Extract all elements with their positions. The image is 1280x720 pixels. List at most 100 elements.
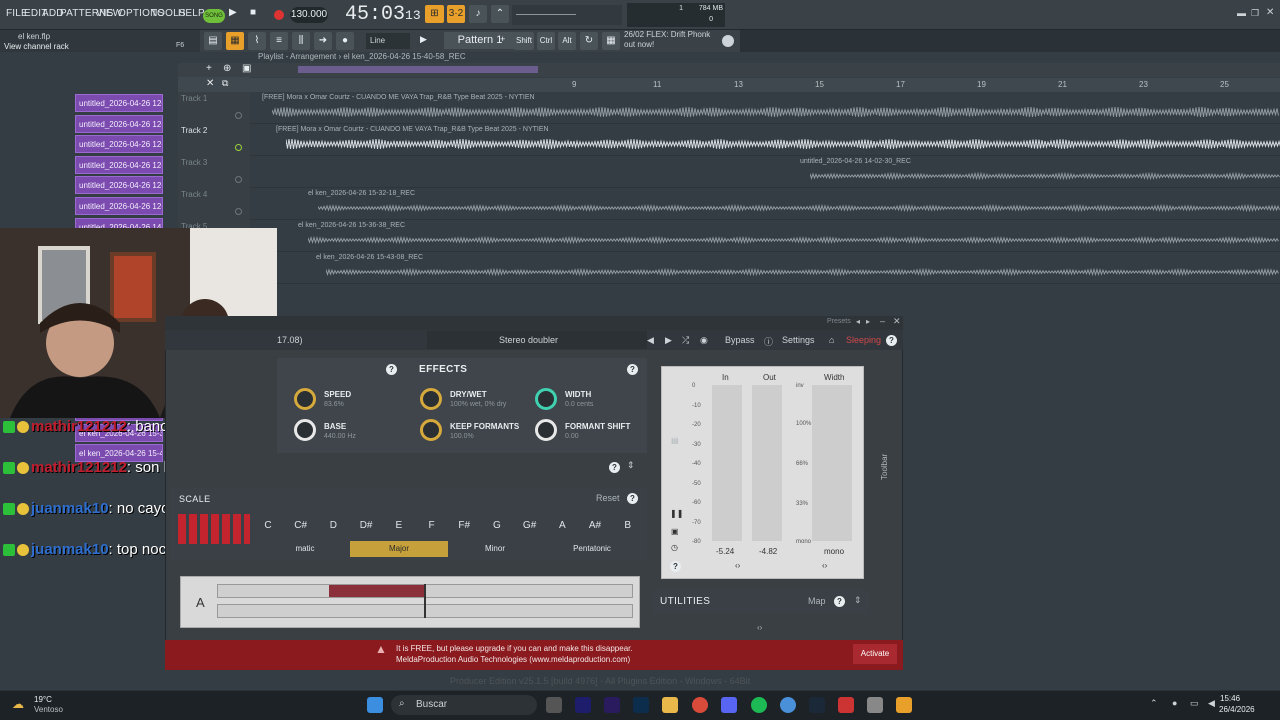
- scale-type-option[interactable]: Pentatonic: [543, 541, 641, 557]
- activate-button[interactable]: Activate: [853, 644, 897, 664]
- refresh-icon[interactable]: ↻: [580, 32, 598, 50]
- scale-note[interactable]: D#: [350, 517, 382, 535]
- scale-note[interactable]: G#: [514, 517, 546, 535]
- plugin-minimize-icon[interactable]: ‒: [880, 316, 885, 326]
- ab-icon[interactable]: ◉: [700, 335, 708, 346]
- scale-note[interactable]: A#: [579, 517, 611, 535]
- track-mute-icon[interactable]: [235, 112, 242, 119]
- meter-collapse-icon[interactable]: ‹›: [735, 561, 740, 570]
- clip-title[interactable]: el ken_2026-04-26 15-32-18_REC: [308, 190, 415, 197]
- plugin-titlebar[interactable]: Presets ◂ ▸ ‒ ✕: [165, 316, 903, 330]
- online-icon[interactable]: ▦: [602, 32, 620, 50]
- preset-prev-icon[interactable]: ◂: [856, 317, 860, 326]
- clip-waveform[interactable]: [285, 138, 1280, 150]
- track-lane[interactable]: untitled_2026-04-26 14-02-30_REC: [250, 156, 1280, 188]
- menu-help[interactable]: HELP: [178, 8, 205, 19]
- news-panel[interactable]: 26/02 FLEX: Drift Phonk out now!: [624, 30, 724, 52]
- song-mode-toggle[interactable]: SONG: [203, 9, 225, 23]
- browser-file-item[interactable]: untitled_2026-04-26 12-...: [75, 155, 163, 174]
- record-button[interactable]: [271, 7, 287, 23]
- pause-icon[interactable]: ❚❚: [670, 509, 683, 518]
- drywet-knob[interactable]: [420, 388, 442, 410]
- volume-icon[interactable]: ◀: [1208, 698, 1215, 709]
- premiere-icon[interactable]: [604, 697, 620, 713]
- app-icon-red[interactable]: [838, 697, 854, 713]
- scale-type-option[interactable]: Major: [350, 541, 448, 557]
- section-expand-icon[interactable]: ⇕: [627, 460, 635, 471]
- scale-type-option[interactable]: Minor: [447, 541, 543, 557]
- start-icon[interactable]: [367, 697, 383, 713]
- clip-title[interactable]: el ken_2026-04-26 15-36-38_REC: [298, 222, 405, 229]
- mixer-icon[interactable]: ⫼: [292, 32, 310, 50]
- clock-date[interactable]: 26/4/2026: [1219, 705, 1255, 714]
- settings-app-icon[interactable]: [867, 697, 883, 713]
- track-lane[interactable]: el ken_2026-04-26 15-43-08_REC: [250, 252, 1280, 284]
- photoshop-icon[interactable]: [633, 697, 649, 713]
- browser-file-item[interactable]: untitled_2026-04-26 12-...: [75, 176, 163, 195]
- zoom-icon[interactable]: ⊕: [223, 63, 231, 74]
- scale-note[interactable]: F#: [448, 517, 480, 535]
- effects-help-icon[interactable]: ?: [627, 364, 638, 375]
- clip-title[interactable]: [FREE] Mora x Omar Courtz - CUANDO ME VA…: [262, 94, 535, 101]
- clip-title[interactable]: [FREE] Mora x Omar Courtz - CUANDO ME VA…: [276, 126, 549, 133]
- settings-button[interactable]: Settings: [782, 335, 815, 345]
- minimize-icon[interactable]: ▬: [1237, 8, 1246, 18]
- browser-icon-2[interactable]: [780, 697, 796, 713]
- track-lane[interactable]: [FREE] Mora x Omar Courtz - CUANDO ME VA…: [250, 124, 1280, 156]
- channel-rack-icon[interactable]: ▦: [226, 32, 244, 50]
- scale-help-icon[interactable]: ?: [627, 493, 638, 504]
- add-track-icon[interactable]: +: [206, 63, 212, 74]
- clip-waveform[interactable]: [307, 234, 1280, 246]
- keep-formants-knob[interactable]: [420, 419, 442, 441]
- track-label[interactable]: Track 2: [181, 126, 207, 135]
- chat-username[interactable]: mathir121212: [31, 418, 127, 435]
- meter-settings-icon[interactable]: ▤: [671, 436, 679, 445]
- clip-title[interactable]: untitled_2026-04-26 14-02-30_REC: [800, 158, 911, 165]
- news-settings-icon[interactable]: [722, 35, 734, 47]
- home-icon[interactable]: ⌂: [829, 335, 834, 345]
- track-lane[interactable]: el ken_2026-04-26 15-32-18_REC: [250, 188, 1280, 220]
- restore-icon[interactable]: ❐: [1251, 8, 1259, 19]
- bypass-button[interactable]: Bypass: [725, 335, 755, 345]
- ctrl-button[interactable]: Ctrl: [537, 32, 555, 50]
- browser-icon[interactable]: ≡: [270, 32, 288, 50]
- discord-icon[interactable]: [721, 697, 737, 713]
- meter-help-icon[interactable]: ?: [670, 561, 681, 572]
- speed-knob[interactable]: [294, 388, 316, 410]
- scale-note[interactable]: F: [416, 517, 448, 535]
- copilot-icon[interactable]: [546, 697, 562, 713]
- sleeping-indicator[interactable]: Sleeping: [846, 335, 881, 345]
- browser-file-item[interactable]: untitled_2026-04-26 12-...: [75, 94, 163, 112]
- clip-title[interactable]: el ken_2026-04-26 15-43-08_REC: [316, 254, 423, 261]
- alt-button[interactable]: Alt: [558, 32, 576, 50]
- base-knob[interactable]: [294, 419, 316, 441]
- steam-icon[interactable]: [809, 697, 825, 713]
- taskbar-search[interactable]: ⌕ Buscar: [391, 695, 537, 715]
- network-icon[interactable]: ▭: [1190, 698, 1199, 709]
- scale-note[interactable]: D: [317, 517, 349, 535]
- scale-note[interactable]: G: [481, 517, 513, 535]
- toolbar-side-label[interactable]: Toolbar: [880, 454, 889, 480]
- stop-icon[interactable]: ■: [250, 7, 264, 21]
- scale-note[interactable]: E: [383, 517, 415, 535]
- formant-shift-knob[interactable]: [535, 419, 557, 441]
- browser-file-item[interactable]: untitled_2026-04-26 12-...: [75, 114, 163, 133]
- loop-record-icon[interactable]: ⌃: [491, 5, 509, 23]
- preset-left-icon[interactable]: ◀: [647, 335, 654, 346]
- section-help-icon[interactable]: ?: [609, 462, 620, 473]
- plugin-picker-icon[interactable]: ➜: [314, 32, 332, 50]
- scale-note[interactable]: C: [252, 517, 284, 535]
- playlist-view-icon[interactable]: ▤: [204, 32, 222, 50]
- metronome-icon[interactable]: 3·2: [447, 5, 465, 23]
- chat-username[interactable]: juanmak10: [31, 541, 109, 558]
- song-position-display[interactable]: 45:0313: [345, 3, 421, 26]
- help-icon[interactable]: ?: [886, 335, 897, 346]
- snap-select[interactable]: Line: [366, 33, 410, 49]
- close-icon[interactable]: ✕: [206, 78, 214, 89]
- clock-time[interactable]: 15:46: [1220, 694, 1240, 703]
- track-label[interactable]: Track 3: [181, 158, 207, 167]
- width-knob[interactable]: [535, 388, 557, 410]
- utilities-collapse-icon[interactable]: ‹›: [757, 623, 762, 632]
- play-icon[interactable]: ▶: [229, 7, 243, 21]
- weather-desc[interactable]: Ventoso: [34, 705, 63, 714]
